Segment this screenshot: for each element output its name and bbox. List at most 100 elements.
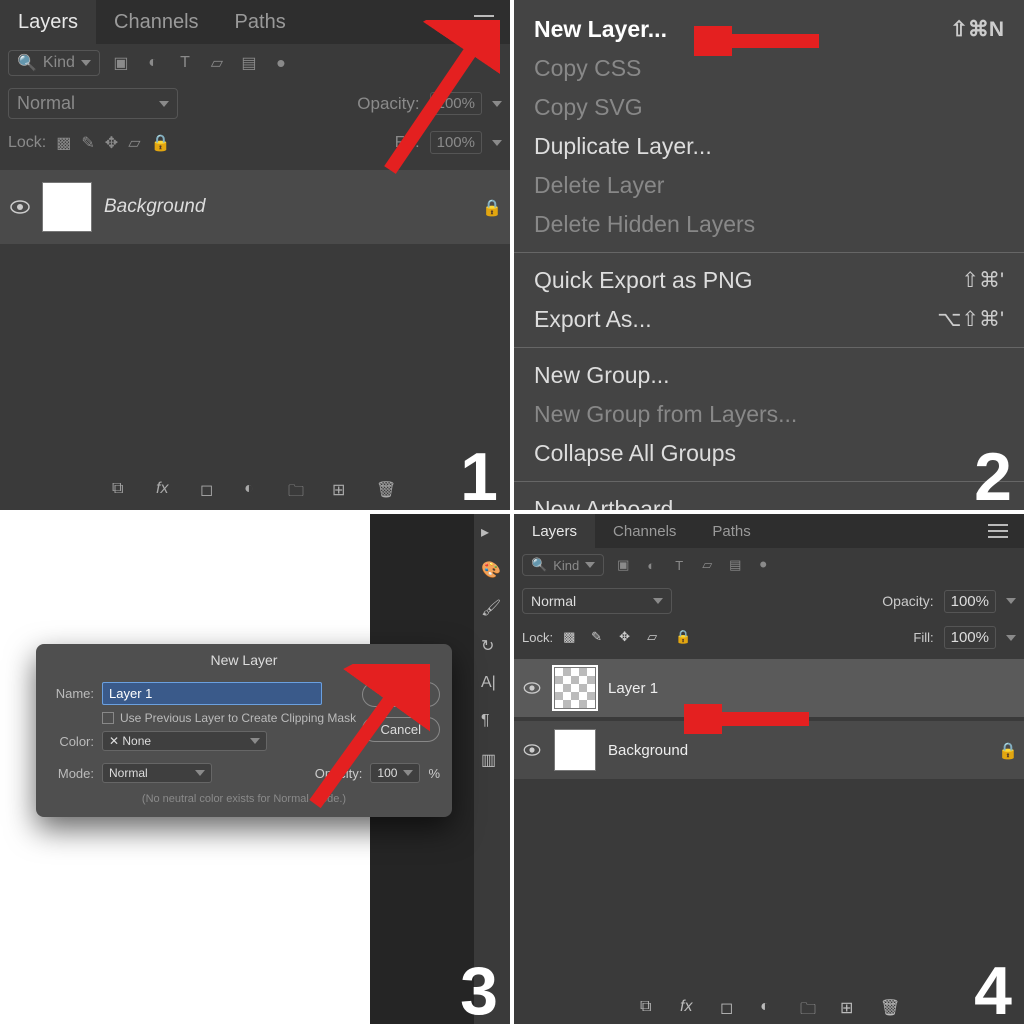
opacity-label: Opacity:	[357, 94, 419, 114]
filter-toggle-icon[interactable]: •	[270, 52, 292, 74]
opacity-field[interactable]: 100%	[944, 590, 996, 613]
lock-position-icon[interactable]: ✥	[619, 629, 637, 647]
color-select[interactable]: ✕ None	[102, 731, 267, 751]
visibility-icon[interactable]	[522, 740, 542, 760]
filter-image-icon[interactable]: ▣	[614, 556, 632, 574]
chevron-down-icon[interactable]	[1006, 635, 1016, 641]
layer-row[interactable]: Layer 1	[514, 659, 1024, 717]
lock-all-icon[interactable]: 🔒	[151, 133, 171, 153]
tab-layers[interactable]: Layers	[0, 0, 96, 44]
ok-button[interactable]: OK	[362, 682, 440, 707]
menu-item-label: Duplicate Layer...	[534, 133, 712, 160]
filter-adjustment-icon[interactable]: ◐	[142, 52, 164, 74]
panel-menu-button[interactable]	[978, 514, 1018, 551]
layer-thumbnail[interactable]	[42, 182, 92, 232]
history-icon[interactable]: ↻	[481, 636, 503, 658]
fill-field[interactable]: 100%	[430, 131, 482, 154]
chevron-down-icon[interactable]	[492, 101, 502, 107]
menu-item[interactable]: Duplicate Layer...	[514, 127, 1024, 166]
lock-position-icon[interactable]: ✥	[105, 133, 118, 153]
filter-image-icon[interactable]: ▣	[110, 52, 132, 74]
lock-icon[interactable]: 🔒	[998, 741, 1016, 759]
visibility-icon[interactable]	[10, 197, 30, 217]
filter-shape-icon[interactable]: ▱	[698, 556, 716, 574]
layer-background[interactable]: Background 🔒	[0, 170, 510, 244]
chevron-down-icon	[81, 60, 91, 66]
mode-select[interactable]: Normal	[102, 763, 212, 783]
trash-icon[interactable]: 🗑	[880, 998, 898, 1016]
menu-item-label: New Layer...	[534, 16, 667, 43]
fill-field[interactable]: 100%	[944, 626, 996, 649]
layer-thumbnail[interactable]	[554, 729, 596, 771]
tab-channels[interactable]: Channels	[96, 0, 217, 44]
new-group-icon[interactable]: 🗀	[288, 480, 310, 502]
chevron-down-icon[interactable]	[1006, 598, 1016, 604]
filter-adjustment-icon[interactable]: ◐	[642, 556, 660, 574]
panel-menu-button[interactable]	[464, 2, 504, 42]
menu-item[interactable]: New Group...	[514, 356, 1024, 395]
layer-name[interactable]: Background	[104, 196, 470, 218]
filter-smart-icon[interactable]: ▤	[238, 52, 260, 74]
cancel-button[interactable]: Cancel	[362, 717, 440, 742]
new-group-icon[interactable]: 🗀	[800, 998, 818, 1016]
layer-style-icon[interactable]: fx	[680, 998, 698, 1016]
filter-type-icon[interactable]: T	[670, 556, 688, 574]
step-2-panel-menu: New Layer...⇧⌘NCopy CSSCopy SVGDuplicate…	[514, 0, 1024, 510]
menu-item[interactable]: New Layer...⇧⌘N	[514, 10, 1024, 49]
chevron-down-icon[interactable]	[492, 140, 502, 146]
search-icon: 🔍	[17, 53, 37, 73]
expand-icon[interactable]: ▸	[481, 522, 503, 544]
tab-paths[interactable]: Paths	[217, 0, 304, 44]
link-layers-icon[interactable]: ⧉	[640, 998, 658, 1016]
palette-icon[interactable]: 🎨	[481, 560, 503, 582]
filter-smart-icon[interactable]: ▤	[726, 556, 744, 574]
layer-name[interactable]: Layer 1	[608, 680, 1016, 697]
layer-row[interactable]: Background 🔒	[514, 721, 1024, 779]
layer-mask-icon[interactable]: ◻	[200, 480, 222, 502]
lock-brush-icon[interactable]: ✎	[81, 133, 94, 153]
menu-item[interactable]: Quick Export as PNG⇧⌘'	[514, 261, 1024, 300]
lock-artboard-icon[interactable]: ▱	[647, 629, 665, 647]
lock-all-icon[interactable]: 🔒	[675, 629, 693, 647]
menu-item[interactable]: New Artboard...	[514, 490, 1024, 510]
layer-thumbnail[interactable]	[554, 667, 596, 709]
menu-item[interactable]: Export As...⌥⇧⌘'	[514, 300, 1024, 339]
lock-transparency-icon[interactable]: ▩	[56, 133, 71, 153]
visibility-icon[interactable]	[522, 678, 542, 698]
filter-type-icon[interactable]: T	[174, 52, 196, 74]
chevron-down-icon	[195, 770, 205, 776]
layer-style-icon[interactable]: fx	[156, 480, 178, 502]
lock-icon[interactable]: 🔒	[482, 198, 500, 216]
filter-kind-select[interactable]: 🔍 Kind	[8, 50, 100, 76]
adjustment-layer-icon[interactable]: ◐	[760, 998, 778, 1016]
menu-item-label: Copy CSS	[534, 55, 641, 82]
link-layers-icon[interactable]: ⧉	[112, 480, 134, 502]
lock-brush-icon[interactable]: ✎	[591, 629, 609, 647]
blend-mode-select[interactable]: Normal	[522, 588, 672, 614]
filter-kind-label: Kind	[43, 54, 75, 72]
opacity-field[interactable]: 100%	[430, 92, 482, 115]
filter-toggle-icon[interactable]: •	[754, 556, 772, 574]
lock-artboard-icon[interactable]: ▱	[128, 133, 140, 153]
lock-transparency-icon[interactable]: ▩	[563, 629, 581, 647]
swatch-icon[interactable]: ▥	[481, 750, 503, 772]
tab-layers[interactable]: Layers	[514, 514, 595, 548]
trash-icon[interactable]: 🗑	[376, 480, 398, 502]
menu-item[interactable]: Collapse All Groups	[514, 434, 1024, 473]
new-layer-icon[interactable]: ⊞	[332, 480, 354, 502]
layer-mask-icon[interactable]: ◻	[720, 998, 738, 1016]
step-4-layers-panel-result: Layers Channels Paths 🔍 Kind ▣ ◐ T ▱ ▤ •…	[514, 514, 1024, 1024]
tab-channels[interactable]: Channels	[595, 514, 694, 548]
blend-mode-select[interactable]: Normal	[8, 88, 178, 119]
filter-kind-select[interactable]: 🔍 Kind	[522, 554, 604, 576]
filter-shape-icon[interactable]: ▱	[206, 52, 228, 74]
character-icon[interactable]: A|	[481, 674, 503, 696]
adjustment-layer-icon[interactable]: ◐	[244, 480, 266, 502]
tab-paths[interactable]: Paths	[694, 514, 768, 548]
layer-name-input[interactable]	[102, 682, 322, 705]
layer-name[interactable]: Background	[608, 742, 986, 759]
brush-icon[interactable]: 🖌	[481, 598, 503, 620]
new-layer-icon[interactable]: ⊞	[840, 998, 858, 1016]
paragraph-icon[interactable]: ¶	[481, 712, 503, 734]
opacity-field[interactable]: 100	[370, 763, 420, 783]
